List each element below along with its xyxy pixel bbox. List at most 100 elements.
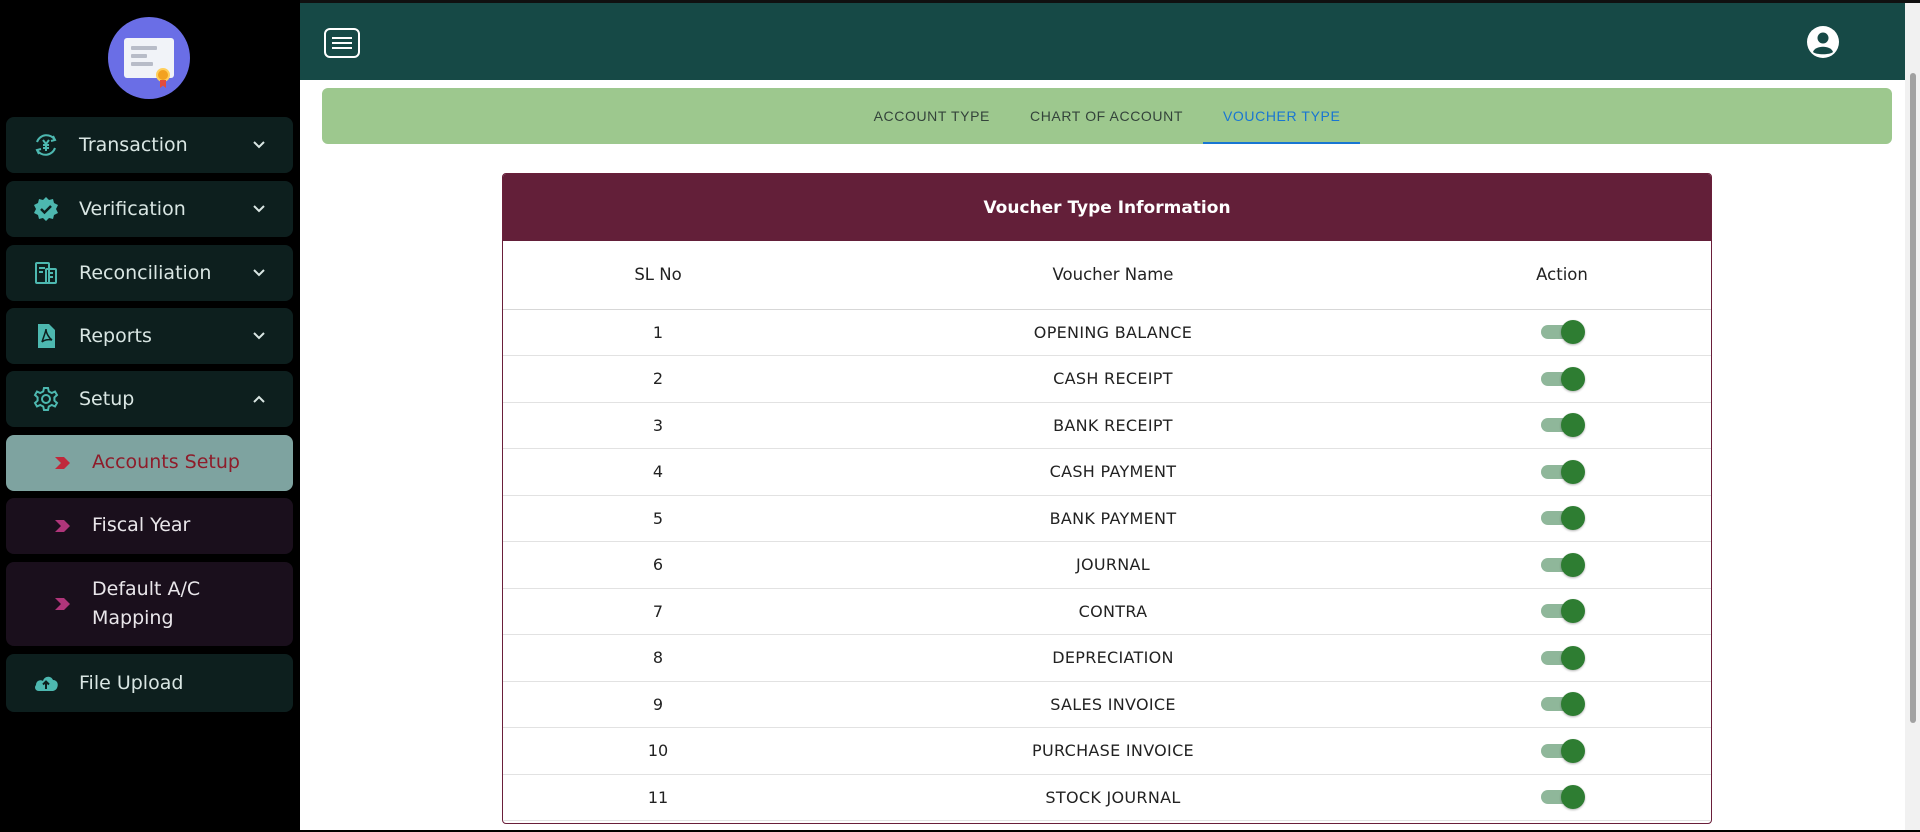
chevron-down-icon [253,269,265,277]
toggle-knob [1561,738,1585,763]
column-header-action: Action [1413,241,1711,310]
sidebar-item-verification[interactable]: Verification [6,181,293,237]
active-toggle-switch[interactable] [1539,506,1585,531]
pdf-report-icon [38,324,55,348]
verified-badge-icon [34,197,58,221]
sidebar-subitem-label: Accounts Setup [92,451,240,473]
table-row: 11 STOCK JOURNAL [503,774,1711,821]
table-row: 10 PURCHASE INVOICE [503,727,1711,775]
main-content: ACCOUNT TYPE CHART OF ACCOUNT VOUCHER TY… [300,80,1905,830]
sidebar-item-reports[interactable]: Reports [6,308,293,364]
sidebar-subitem-label-line2: Mapping [92,607,174,629]
table-row: 9 SALES INVOICE [503,681,1711,728]
toggle-knob [1561,413,1585,438]
action-cell [1413,588,1711,635]
action-cell [1413,681,1711,728]
sidebar-item-label: Transaction [79,134,188,156]
tab-voucher-type[interactable]: VOUCHER TYPE [1202,88,1361,144]
action-cell [1413,495,1711,542]
sl-no-cell: 8 [503,634,813,682]
action-cell [1413,402,1711,449]
toggle-knob [1561,692,1585,717]
sidebar-item-label: Verification [79,198,186,220]
voucher-name-cell: OPENING BALANCE [813,309,1413,356]
sidebar: Transaction Verification Reconciliation … [0,0,300,832]
sidebar-subitem-default-ac-mapping[interactable]: Default A/C Mapping [6,562,293,646]
toggle-knob [1561,645,1585,670]
chevron-arrow-icon [55,598,70,610]
voucher-name-cell: SALES INVOICE [813,681,1413,728]
active-toggle-switch[interactable] [1539,692,1585,717]
action-cell [1413,541,1711,589]
sidebar-item-file-upload[interactable]: File Upload [6,654,293,712]
sidebar-item-label: File Upload [79,672,184,694]
active-toggle-switch[interactable] [1539,413,1585,438]
action-cell [1413,774,1711,821]
voucher-type-table: SL No Voucher Name Action 1 OPENING BALAN… [503,241,1711,821]
table-row: 7 CONTRA [503,588,1711,635]
toggle-knob [1561,599,1585,624]
sidebar-item-reconciliation[interactable]: Reconciliation [6,245,293,301]
active-toggle-switch[interactable] [1539,645,1585,670]
action-cell [1413,727,1711,775]
sl-no-cell: 7 [503,588,813,635]
sidebar-subitem-label: Fiscal Year [92,514,191,536]
sidebar-item-setup[interactable]: Setup [6,371,293,427]
table-row: 1 OPENING BALANCE [503,309,1711,356]
voucher-name-cell: BANK RECEIPT [813,402,1413,449]
cloud-upload-icon [35,676,58,691]
sl-no-cell: 9 [503,681,813,728]
voucher-name-cell: JOURNAL [813,541,1413,589]
sl-no-cell: 6 [503,541,813,589]
account-circle-icon[interactable] [1806,25,1840,59]
active-toggle-switch[interactable] [1539,599,1585,624]
chevron-down-icon [253,205,265,213]
scrollbar-thumb[interactable] [1910,73,1916,723]
tab-bar: ACCOUNT TYPE CHART OF ACCOUNT VOUCHER TY… [322,88,1892,144]
toggle-knob [1561,320,1585,345]
active-toggle-switch[interactable] [1539,738,1585,763]
sl-no-cell: 11 [503,774,813,821]
sidebar-subitem-fiscal-year[interactable]: Fiscal Year [6,498,293,554]
table-header-row: SL No Voucher Name Action [503,241,1711,310]
sidebar-item-transaction[interactable]: Transaction [6,117,293,173]
sidebar-item-label: Setup [79,388,135,410]
sl-no-cell: 4 [503,448,813,496]
active-toggle-switch[interactable] [1539,785,1585,810]
active-toggle-switch[interactable] [1539,552,1585,577]
column-header-sl-no: SL No [503,241,813,310]
voucher-name-cell: CONTRA [813,588,1413,635]
voucher-name-cell: PURCHASE INVOICE [813,727,1413,775]
action-cell [1413,448,1711,496]
chevron-up-icon [253,395,265,403]
chevron-arrow-icon [55,457,70,469]
sl-no-cell: 5 [503,495,813,542]
page-scrollbar[interactable] [1905,3,1920,830]
app-logo[interactable] [108,17,190,99]
sidebar-item-label: Reports [79,325,152,347]
chevron-down-icon [253,141,265,149]
active-toggle-switch[interactable] [1539,320,1585,345]
tab-chart-of-account[interactable]: CHART OF ACCOUNT [1010,88,1203,144]
sidebar-subitem-label-line1: Default A/C [92,578,201,600]
toggle-knob [1561,552,1585,577]
voucher-name-cell: STOCK JOURNAL [813,774,1413,821]
active-toggle-switch[interactable] [1539,459,1585,484]
top-app-bar [300,3,1920,80]
currency-exchange-icon [35,134,57,156]
reconciliation-icon [35,262,57,284]
sl-no-cell: 2 [503,355,813,403]
card-title: Voucher Type Information [503,174,1711,241]
sl-no-cell: 10 [503,727,813,775]
table-body: 1 OPENING BALANCE 2 CASH RECEIPT 3 BANK RECEI… [503,309,1711,821]
active-toggle-switch[interactable] [1539,366,1585,391]
sidebar-subitem-accounts-setup[interactable]: Accounts Setup [6,435,293,491]
gear-icon [33,387,59,411]
voucher-name-cell: BANK PAYMENT [813,495,1413,542]
sl-no-cell: 3 [503,402,813,449]
tab-account-type[interactable]: ACCOUNT TYPE [854,88,1010,144]
sidebar-item-label: Reconciliation [79,262,212,284]
hamburger-menu-button[interactable] [324,28,360,58]
table-row: 8 DEPRECIATION [503,634,1711,682]
action-cell [1413,309,1711,356]
